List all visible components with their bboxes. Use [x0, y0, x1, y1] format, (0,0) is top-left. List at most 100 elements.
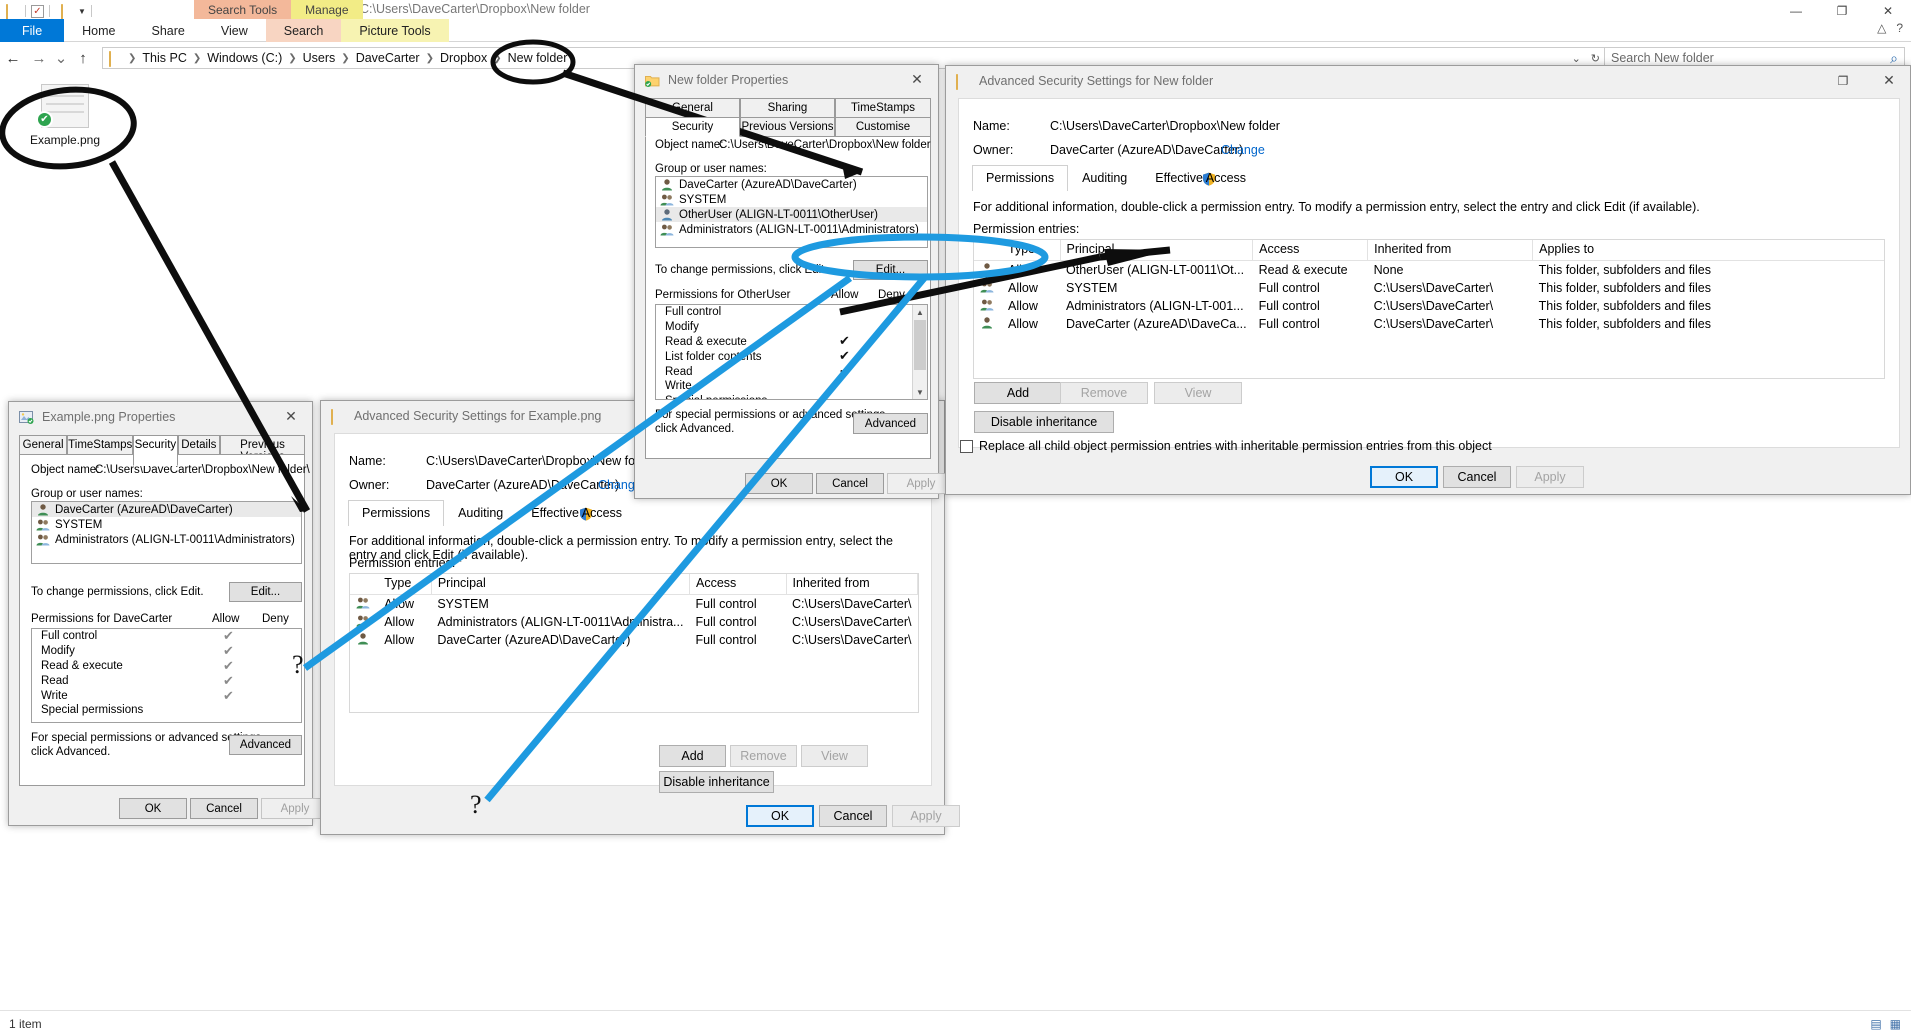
edit-button[interactable]: Edit... [229, 582, 302, 602]
advanced-button[interactable]: Advanced [229, 735, 302, 755]
close-icon[interactable]: ✕ [896, 65, 938, 94]
tab-permissions[interactable]: Permissions [348, 500, 445, 526]
column-access[interactable]: Access [689, 574, 787, 595]
tab-security[interactable]: Security [133, 435, 178, 466]
ok-button[interactable]: OK [746, 805, 814, 827]
ok-button[interactable]: OK [745, 473, 813, 494]
list-item-selected[interactable]: OtherUser (ALIGN-LT-0011\OtherUser) [656, 207, 927, 222]
breadcrumb-item-windows-c[interactable]: Windows (C:) [202, 51, 287, 65]
cancel-button[interactable]: Cancel [190, 798, 258, 819]
list-item[interactable]: DaveCarter (AzureAD\DaveCarter) [656, 177, 927, 192]
details-view-icon[interactable]: ▤ [1870, 1017, 1881, 1031]
tab-previous-versions[interactable]: Previous Versions [740, 117, 835, 137]
ok-button[interactable]: OK [119, 798, 187, 819]
list-item[interactable]: Administrators (ALIGN-LT-0011\Administra… [656, 222, 927, 237]
tab-effective-access[interactable]: Effective Access [1141, 165, 1260, 191]
disable-inheritance-button[interactable]: Disable inheritance [974, 411, 1114, 433]
apply-button: Apply [1516, 466, 1584, 488]
group-or-user-names-list[interactable]: DaveCarter (AzureAD\DaveCarter) SYSTEM O… [655, 176, 928, 248]
address-dropdown-icon[interactable]: ⌄ [1572, 52, 1581, 65]
tab-timestamps[interactable]: TimeStamps [835, 98, 931, 117]
recent-locations-button[interactable]: ⌄ [52, 45, 70, 71]
back-button[interactable]: ← [0, 45, 26, 71]
refresh-icon[interactable]: ↻ [1591, 52, 1600, 65]
tab-auditing[interactable]: Auditing [1068, 165, 1141, 191]
contextual-tab-manage[interactable]: Manage [291, 0, 363, 19]
table-row[interactable]: Allow DaveCarter (AzureAD\DaveCa... Full… [974, 315, 1884, 333]
new-folder-icon[interactable] [61, 3, 75, 20]
close-icon[interactable]: ✕ [270, 402, 312, 431]
list-item[interactable]: SYSTEM [32, 517, 301, 532]
scrollbar-thumb[interactable] [914, 320, 926, 370]
ok-button[interactable]: OK [1370, 466, 1438, 488]
search-icon[interactable]: ⌕ [1890, 50, 1898, 67]
column-type[interactable]: Type [1002, 240, 1061, 261]
tab-security[interactable]: Security [645, 117, 740, 137]
thumbnail-view-icon[interactable]: ▦ [1890, 1017, 1901, 1031]
edit-button[interactable]: Edit... [853, 260, 928, 280]
collapse-ribbon-icon[interactable]: △ [1877, 21, 1886, 35]
cancel-button[interactable]: Cancel [1443, 466, 1511, 488]
close-icon[interactable]: ✕ [1868, 66, 1910, 95]
tab-general[interactable]: General [645, 98, 740, 117]
breadcrumb-item-this-pc[interactable]: This PC [137, 51, 191, 65]
table-row[interactable]: Allow Administrators (ALIGN-LT-0011\Admi… [350, 613, 918, 631]
breadcrumb-item-davecarter[interactable]: DaveCarter [351, 51, 425, 65]
scroll-down-icon[interactable]: ▼ [913, 385, 927, 399]
tab-sharing[interactable]: Sharing [740, 98, 835, 117]
column-inherited-from[interactable]: Inherited from [786, 574, 918, 595]
table-row[interactable]: Allow Administrators (ALIGN-LT-001... Fu… [974, 297, 1884, 315]
cancel-button[interactable]: Cancel [816, 473, 884, 494]
breadcrumb-item-new-folder[interactable]: New folder [503, 51, 573, 65]
column-principal[interactable]: Principal [431, 574, 690, 595]
tab-share[interactable]: Share [134, 19, 203, 42]
scroll-up-icon[interactable]: ▲ [913, 305, 927, 319]
tab-permissions[interactable]: Permissions [972, 165, 1069, 191]
permissions-list[interactable]: Full control Modify Read & execute ✔ List… [655, 304, 928, 400]
cancel-button[interactable]: Cancel [819, 805, 887, 827]
breadcrumb-item-users[interactable]: Users [298, 51, 341, 65]
add-button[interactable]: Add [974, 382, 1062, 404]
allow-checkmark: ✔ [839, 363, 850, 378]
column-principal[interactable]: Principal [1060, 240, 1254, 261]
change-owner-link[interactable]: Change [1221, 143, 1265, 157]
tab-auditing[interactable]: Auditing [444, 500, 517, 526]
table-row[interactable]: Allow SYSTEM Full control C:\Users\DaveC… [350, 595, 918, 614]
breadcrumb-item-dropbox[interactable]: Dropbox [435, 51, 492, 65]
table-row[interactable]: Allow OtherUser (ALIGN-LT-0011\Ot... Rea… [974, 261, 1884, 280]
disable-inheritance-button[interactable]: Disable inheritance [659, 771, 774, 793]
list-item[interactable]: ✔ Example.png [28, 84, 102, 160]
group-or-user-names-list[interactable]: DaveCarter (AzureAD\DaveCarter) SYSTEM A… [31, 501, 302, 564]
list-item[interactable]: SYSTEM [656, 192, 927, 207]
tab-picture-tools[interactable]: Picture Tools [341, 19, 449, 42]
table-row[interactable]: Allow SYSTEM Full control C:\Users\DaveC… [974, 279, 1884, 297]
permissions-scrollbar[interactable]: ▲ ▼ [912, 305, 927, 399]
tab-effective-access[interactable]: Effective Access [517, 500, 636, 526]
column-type[interactable]: Type [378, 574, 432, 595]
tab-search[interactable]: Search [265, 19, 342, 42]
tab-home[interactable]: Home [64, 19, 133, 42]
list-item[interactable]: DaveCarter (AzureAD\DaveCarter) [32, 502, 301, 517]
add-button[interactable]: Add [659, 745, 726, 767]
advanced-button[interactable]: Advanced [853, 413, 928, 434]
contextual-tab-search-tools[interactable]: Search Tools [194, 0, 292, 19]
permission-entries-table[interactable]: Type Principal Access Inherited from App… [973, 239, 1885, 379]
permission-entries-table[interactable]: Type Principal Access Inherited from All… [349, 573, 919, 713]
permissions-list[interactable]: Full control ✔ Modify ✔ Read & execute ✔ Re… [31, 628, 302, 723]
replace-permissions-checkbox[interactable] [960, 439, 973, 453]
up-button[interactable]: ↑ [70, 45, 96, 71]
replace-child-permissions-row[interactable]: Replace all child object permission entr… [960, 439, 1492, 453]
list-item[interactable]: Administrators (ALIGN-LT-0011\Administra… [32, 532, 301, 547]
forward-button[interactable]: → [26, 45, 52, 71]
column-applies-to[interactable]: Applies to [1532, 240, 1884, 261]
column-inherited-from[interactable]: Inherited from [1367, 240, 1534, 261]
column-access[interactable]: Access [1252, 240, 1369, 261]
maximize-icon[interactable]: ❐ [1822, 66, 1864, 95]
tab-view[interactable]: View [203, 19, 266, 42]
table-row[interactable]: Allow DaveCarter (AzureAD\DaveCarter) Fu… [350, 631, 918, 649]
properties-checkbox-icon[interactable]: ✓ [31, 4, 44, 18]
tab-customise[interactable]: Customise [835, 117, 931, 137]
chevron-down-icon[interactable]: ▼ [78, 7, 86, 16]
help-icon[interactable]: ? [1896, 21, 1903, 35]
tab-file[interactable]: File [0, 19, 65, 42]
